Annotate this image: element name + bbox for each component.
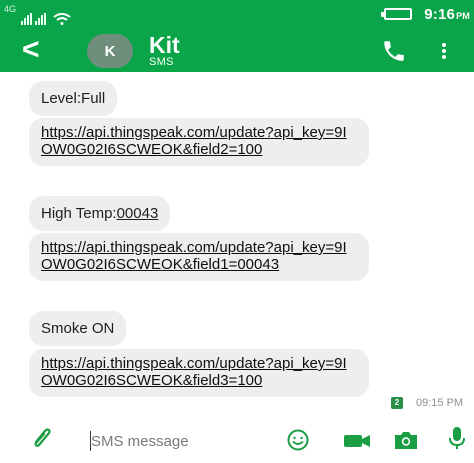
message-text-prefix: High Temp: xyxy=(41,205,117,222)
message-bubble[interactable]: High Temp:00043 xyxy=(29,196,171,231)
network-type-badge: 4G xyxy=(4,4,17,14)
message-text: Level:Full xyxy=(41,90,106,107)
message-bubble[interactable]: Level:Full xyxy=(29,81,118,116)
battery-icon xyxy=(381,8,413,20)
clock-ampm: PM xyxy=(456,10,470,21)
message-bubble[interactable]: https://api.thingspeak.com/update?api_ke… xyxy=(29,349,369,397)
camera-icon[interactable] xyxy=(392,428,420,452)
clock-time: 9:16 xyxy=(424,5,456,23)
emoji-icon[interactable] xyxy=(286,428,310,452)
signal-icon xyxy=(35,13,47,25)
phone-icon[interactable] xyxy=(381,38,407,64)
contact-subtitle: SMS xyxy=(149,56,174,68)
message-number-link[interactable]: 00043 xyxy=(117,205,159,222)
message-bubble[interactable]: https://api.thingspeak.com/update?api_ke… xyxy=(29,118,369,166)
sms-message-input[interactable] xyxy=(91,429,271,453)
back-icon: < xyxy=(22,33,40,66)
back-button[interactable]: < xyxy=(22,33,52,66)
message-timestamp: 09:15 PM xyxy=(416,397,464,409)
contact-avatar[interactable]: K xyxy=(87,34,133,68)
message-link[interactable]: https://api.thingspeak.com/update?api_ke… xyxy=(41,355,347,389)
video-icon[interactable] xyxy=(342,430,372,452)
overflow-menu-icon[interactable] xyxy=(437,38,451,64)
avatar-letter: K xyxy=(104,42,116,60)
sim-badge: 2 xyxy=(391,397,403,409)
contact-name: Kit xyxy=(149,32,180,58)
status-left: 4G xyxy=(4,3,71,25)
attach-icon[interactable] xyxy=(31,426,53,452)
composer-bar xyxy=(0,412,474,463)
message-link[interactable]: https://api.thingspeak.com/update?api_ke… xyxy=(41,124,347,158)
message-bubble[interactable]: Smoke ON xyxy=(29,311,127,346)
signal-icon xyxy=(21,13,33,25)
message-text: Smoke ON xyxy=(41,320,115,337)
contact-header[interactable]: Kit SMS xyxy=(149,33,180,68)
status-bar: 4G 9:16PM xyxy=(0,0,474,30)
app-bar: < K Kit SMS xyxy=(0,30,474,72)
clock: 9:16PM xyxy=(424,6,470,23)
status-right: 9:16PM xyxy=(381,4,470,24)
mic-icon[interactable] xyxy=(447,424,467,452)
wifi-icon xyxy=(53,13,71,25)
messaging-app: 4G 9:16PM < K Kit SMS Level:Full https:/… xyxy=(0,0,474,463)
message-bubble[interactable]: https://api.thingspeak.com/update?api_ke… xyxy=(29,233,369,281)
message-link[interactable]: https://api.thingspeak.com/update?api_ke… xyxy=(41,239,347,273)
